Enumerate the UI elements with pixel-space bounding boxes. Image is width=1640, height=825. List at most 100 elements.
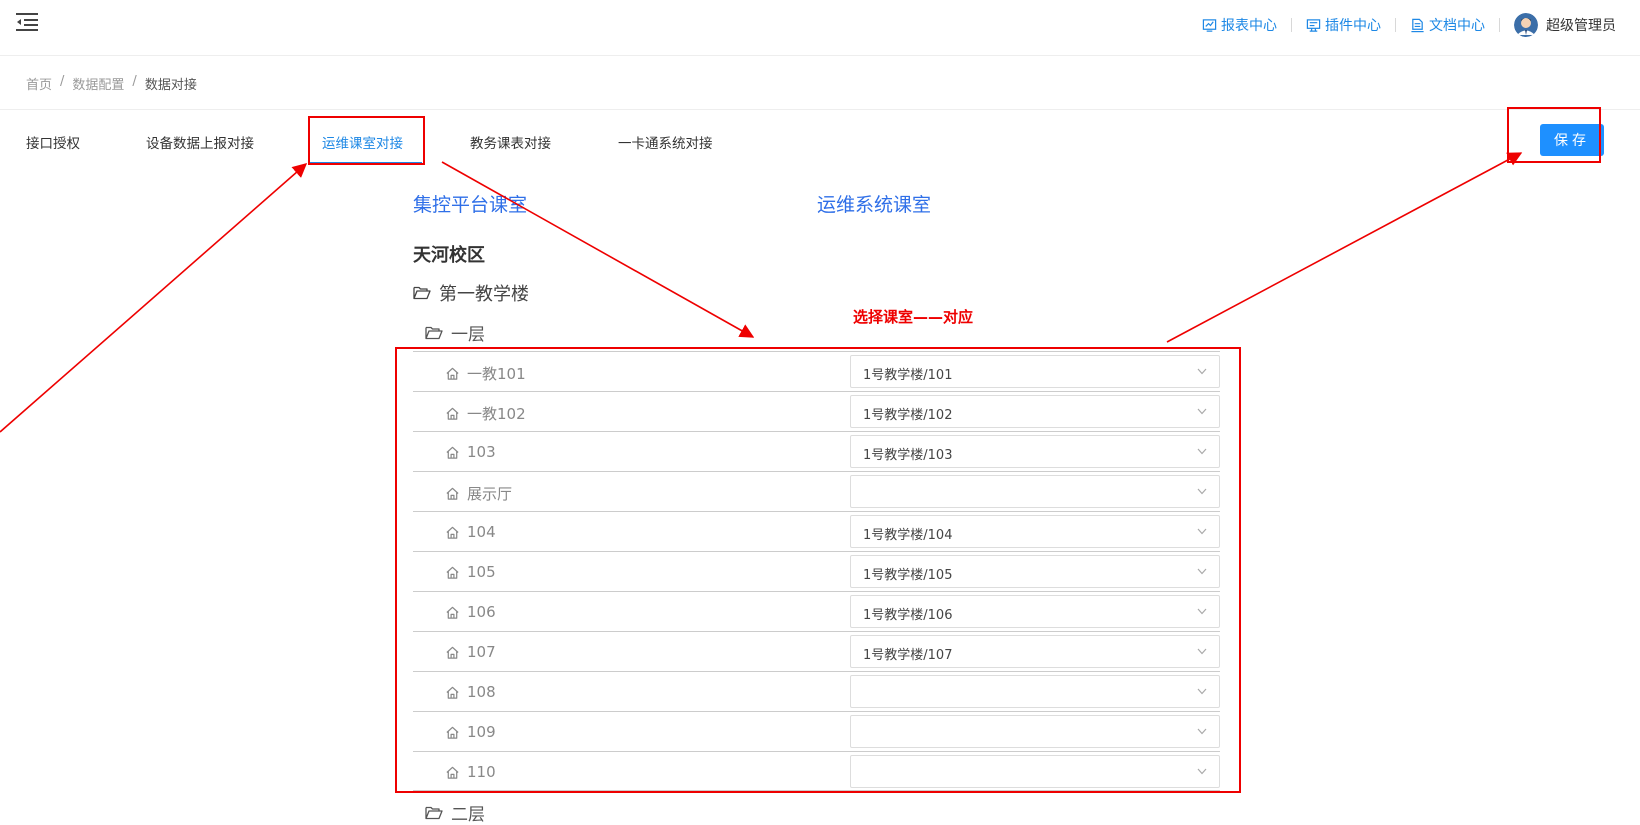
- tab-card-system[interactable]: 一卡通系统对接: [618, 132, 713, 152]
- home-icon: [446, 686, 459, 699]
- list-item: 104 1号教学楼/104: [413, 511, 1220, 551]
- nav-separator: [1499, 18, 1500, 32]
- arrow-to-save: [1166, 152, 1523, 343]
- room-label: 108: [445, 683, 496, 701]
- list-item: 106 1号教学楼/106: [413, 591, 1220, 631]
- selected-value: 1号教学楼/105: [863, 568, 953, 583]
- chevron-down-icon: [1197, 448, 1207, 455]
- chevron-down-icon: [1197, 608, 1207, 615]
- list-item: 110: [413, 751, 1220, 791]
- list-item: 109: [413, 711, 1220, 751]
- home-icon: [446, 566, 459, 579]
- home-icon: [446, 766, 459, 779]
- floor-label: 二层: [451, 805, 485, 825]
- top-header: 报表中心 插件中心 文档中心 超级管理员: [0, 0, 1640, 56]
- floor-label: 一层: [451, 325, 485, 345]
- arrow-to-list: [441, 161, 755, 338]
- user-name: 超级管理员: [1546, 18, 1616, 34]
- home-icon: [446, 646, 459, 659]
- room-mapping-select[interactable]: [850, 675, 1220, 708]
- chevron-down-icon: [1197, 408, 1207, 415]
- top-nav: 报表中心 插件中心 文档中心 超级管理员: [1202, 0, 1616, 50]
- selected-value: 1号教学楼/104: [863, 528, 953, 543]
- home-icon: [446, 367, 459, 380]
- menu-toggle-icon[interactable]: [16, 12, 38, 32]
- nav-separator: [1395, 18, 1396, 32]
- room-label: 107: [445, 643, 496, 661]
- room-name: 108: [467, 683, 496, 701]
- home-icon: [446, 446, 459, 459]
- room-name: 一教101: [467, 365, 526, 383]
- chevron-down-icon: [1197, 648, 1207, 655]
- list-item: 103 1号教学楼/103: [413, 431, 1220, 471]
- left-column-title: 集控平台课室: [413, 194, 528, 216]
- room-mapping-select[interactable]: 1号教学楼/105: [850, 555, 1220, 588]
- room-mapping-select[interactable]: 1号教学楼/106: [850, 595, 1220, 628]
- list-item: 108: [413, 671, 1220, 711]
- selected-value: 1号教学楼/103: [863, 448, 953, 463]
- building-label: 第一教学楼: [439, 284, 529, 305]
- home-icon: [446, 726, 459, 739]
- document-center-link[interactable]: 文档中心: [1410, 15, 1485, 35]
- room-label: 一教102: [445, 403, 526, 424]
- home-icon: [446, 526, 459, 539]
- home-icon: [446, 407, 459, 420]
- room-name: 110: [467, 763, 496, 781]
- document-icon: [1411, 18, 1424, 32]
- nav-separator: [1291, 18, 1292, 32]
- avatar: [1514, 13, 1538, 37]
- chevron-down-icon: [1197, 768, 1207, 775]
- list-item: 107 1号教学楼/107: [413, 631, 1220, 671]
- tab-bar: 接口授权 设备数据上报对接 运维课室对接 教务课表对接 一卡通系统对接: [0, 110, 1000, 164]
- room-mapping-select[interactable]: [850, 715, 1220, 748]
- floor-node[interactable]: 二层: [425, 800, 485, 825]
- room-name: 107: [467, 643, 496, 661]
- folder-open-icon: [425, 806, 443, 819]
- room-name: 103: [467, 443, 496, 461]
- tab-device-report[interactable]: 设备数据上报对接: [146, 132, 254, 152]
- room-label: 106: [445, 603, 496, 621]
- room-name: 106: [467, 603, 496, 621]
- chevron-down-icon: [1197, 728, 1207, 735]
- room-mapping-select[interactable]: [850, 475, 1220, 508]
- chevron-down-icon: [1197, 528, 1207, 535]
- room-mapping-select[interactable]: 1号教学楼/101: [850, 355, 1220, 388]
- room-mapping-select[interactable]: 1号教学楼/103: [850, 435, 1220, 468]
- chevron-down-icon: [1197, 688, 1207, 695]
- breadcrumb-separator: /: [132, 74, 137, 89]
- room-mapping-select[interactable]: 1号教学楼/102: [850, 395, 1220, 428]
- room-label: 104: [445, 523, 496, 541]
- campus-title: 天河校区: [413, 245, 485, 266]
- tab-academic-schedule[interactable]: 教务课表对接: [470, 132, 551, 152]
- annotation-text: 选择课室——对应: [853, 308, 974, 326]
- building-node[interactable]: 第一教学楼: [413, 280, 529, 306]
- tab-ops-classroom[interactable]: 运维课室对接: [322, 132, 403, 152]
- room-label: 展示厅: [445, 483, 512, 504]
- selected-value: 1号教学楼/102: [863, 408, 953, 423]
- room-mapping-select[interactable]: [850, 755, 1220, 788]
- room-label: 一教101: [445, 363, 526, 384]
- active-tab-indicator: [308, 162, 422, 164]
- save-button[interactable]: 保存: [1540, 124, 1604, 156]
- home-icon: [446, 487, 459, 500]
- floor-node[interactable]: 一层: [425, 320, 485, 345]
- arrow-to-tab: [0, 163, 308, 433]
- breadcrumb-data-config[interactable]: 数据配置: [72, 74, 124, 93]
- selected-value: 1号教学楼/106: [863, 608, 953, 623]
- chart-icon: [1202, 18, 1217, 32]
- breadcrumb-home[interactable]: 首页: [26, 74, 52, 93]
- breadcrumb-current: 数据对接: [144, 78, 197, 93]
- list-item: 一教101 1号教学楼/101: [413, 351, 1220, 391]
- user-menu[interactable]: 超级管理员: [1514, 13, 1616, 37]
- room-mapping-select[interactable]: 1号教学楼/107: [850, 635, 1220, 668]
- report-center-link[interactable]: 报表中心: [1202, 15, 1277, 35]
- room-label: 103: [445, 443, 496, 461]
- room-label: 110: [445, 763, 496, 781]
- room-name: 一教102: [467, 405, 526, 423]
- room-mapping-select[interactable]: 1号教学楼/104: [850, 515, 1220, 548]
- tab-api-auth[interactable]: 接口授权: [26, 132, 80, 152]
- list-item: 105 1号教学楼/105: [413, 551, 1220, 591]
- plugin-center-link[interactable]: 插件中心: [1306, 15, 1381, 35]
- room-name: 展示厅: [467, 485, 513, 503]
- list-item: 一教102 1号教学楼/102: [413, 391, 1220, 431]
